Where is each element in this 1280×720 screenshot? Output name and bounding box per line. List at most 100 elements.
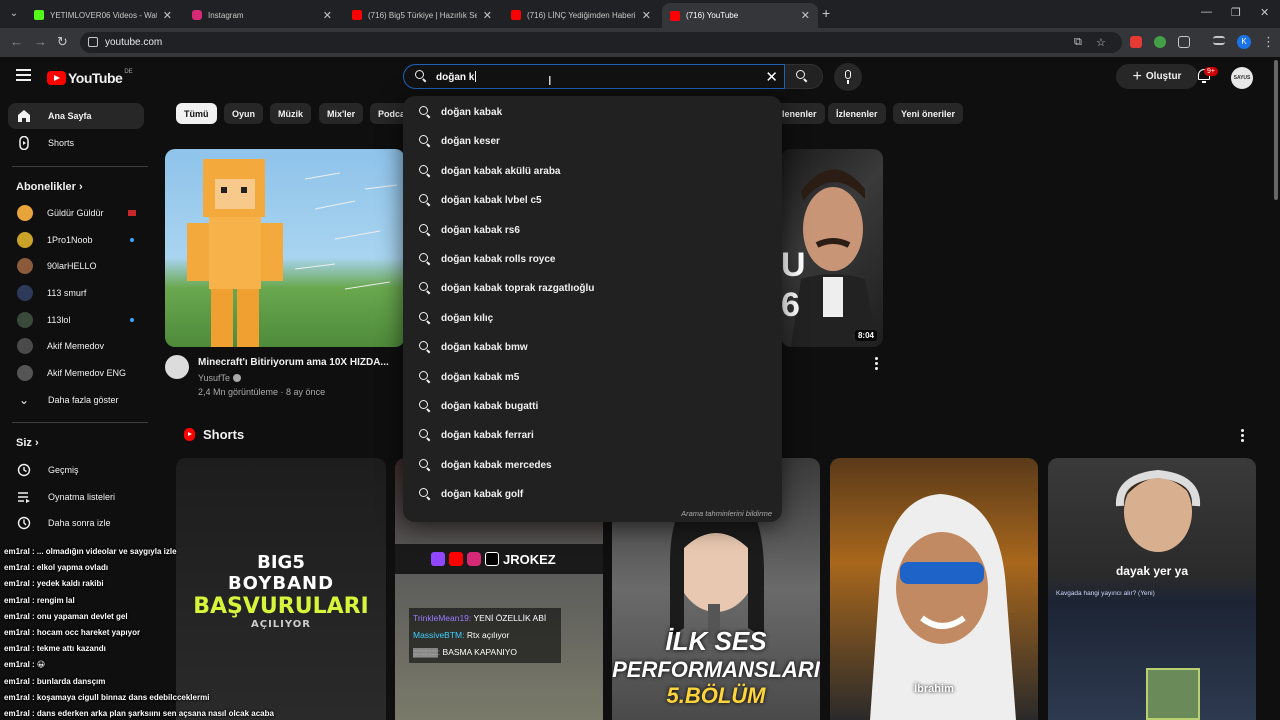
sidebar-item-label: Akif Memedov ENG bbox=[47, 368, 127, 378]
maximize-icon[interactable]: ❐ bbox=[1231, 6, 1241, 19]
bookmark-star-icon[interactable]: ☆ bbox=[1096, 36, 1106, 49]
search-icon bbox=[419, 165, 431, 177]
browser-tab[interactable]: (716) Big5 Türkiye | Hazırlık Se ✕ bbox=[344, 4, 500, 26]
channel-avatar[interactable] bbox=[165, 355, 189, 379]
short-thumbnail[interactable]: dayak yer ya Kavgada hangi yayıncı alır?… bbox=[1048, 458, 1256, 720]
search-suggestion[interactable]: doğan kabak m5 bbox=[403, 363, 782, 391]
sidebar-item-subscription[interactable]: 1Pro1Noob bbox=[8, 227, 144, 253]
browser-menu-icon[interactable]: ⋮ bbox=[1262, 34, 1275, 50]
report-predictions-link[interactable]: Arama tahminlerini bildirme bbox=[681, 509, 772, 518]
short-subtitle: Kavgada hangi yayıncı alır? (Yeni) bbox=[1056, 590, 1155, 597]
search-suggestion[interactable]: doğan kabak ferrari bbox=[403, 421, 782, 449]
new-tab-button[interactable]: + bbox=[822, 5, 830, 21]
search-suggestion[interactable]: doğan kılıç bbox=[403, 304, 782, 332]
sidebar-item-subscription[interactable]: 113 smurf bbox=[8, 280, 144, 306]
search-input[interactable]: doğan k ✕ bbox=[403, 64, 785, 89]
voice-search-button[interactable] bbox=[834, 63, 862, 91]
back-icon[interactable]: ← bbox=[10, 34, 23, 49]
chip[interactable]: İzlenenler bbox=[828, 103, 886, 124]
search-suggestion[interactable]: doğan kabak golf bbox=[403, 480, 782, 508]
more-options-icon[interactable] bbox=[875, 357, 879, 371]
shorts-title: Shorts bbox=[203, 427, 245, 442]
tab-title: (716) LİNÇ Yediğimden Haberim bbox=[527, 10, 636, 20]
create-button[interactable]: + Oluştur bbox=[1116, 64, 1198, 89]
scrollbar-thumb[interactable] bbox=[1274, 60, 1278, 200]
short-thumbnail[interactable]: İbrahim bbox=[830, 458, 1038, 720]
cast-icon[interactable]: ⧉ bbox=[1074, 36, 1082, 49]
window-close-icon[interactable]: ✕ bbox=[1260, 6, 1269, 19]
search-suggestion[interactable]: doğan kabak rs6 bbox=[403, 216, 782, 244]
short-title-graphic: İLK SES PERFORMANSLARI 5.BÖLÜM bbox=[612, 626, 820, 709]
site-info-icon[interactable] bbox=[88, 37, 98, 47]
sidebar-item-label: 90larHELLO bbox=[47, 261, 97, 271]
plus-icon: + bbox=[1132, 67, 1142, 85]
menu-icon[interactable] bbox=[16, 69, 31, 81]
sidebar-item-subscription[interactable]: Akif Memedov bbox=[8, 333, 144, 359]
sidebar-item-shorts[interactable]: Shorts bbox=[8, 130, 144, 156]
search-suggestion[interactable]: doğan kabak bugatti bbox=[403, 392, 782, 420]
account-avatar[interactable]: SAYUS bbox=[1231, 67, 1253, 89]
search-suggestion[interactable]: doğan keser bbox=[403, 127, 782, 155]
browser-profile-avatar[interactable]: K bbox=[1237, 35, 1251, 49]
tab-close-icon[interactable]: ✕ bbox=[642, 9, 651, 22]
search-suggestion[interactable]: doğan kabak lvbel c5 bbox=[403, 186, 782, 214]
forward-icon[interactable]: → bbox=[34, 34, 47, 49]
reload-icon[interactable]: ↻ bbox=[57, 34, 68, 50]
browser-tab-bar: ⌄ YETIMLOVER06 Videos - Watch ✕ Instagra… bbox=[0, 0, 1280, 28]
browser-tab[interactable]: Instagram ✕ bbox=[184, 4, 340, 26]
search-button[interactable] bbox=[785, 64, 823, 89]
extension-icon[interactable] bbox=[1154, 36, 1166, 48]
subscriptions-heading[interactable]: Abonelikler › bbox=[16, 181, 83, 193]
browser-tab[interactable]: YETIMLOVER06 Videos - Watch ✕ bbox=[26, 4, 180, 26]
search-icon bbox=[419, 194, 431, 206]
video-thumbnail[interactable] bbox=[165, 149, 405, 347]
tab-close-icon[interactable]: ✕ bbox=[483, 9, 492, 22]
chat-line: em1ral : elkol yapma ovladı bbox=[4, 563, 109, 573]
chip[interactable]: Müzik bbox=[270, 103, 312, 124]
youtube-logo[interactable]: YouTube DE bbox=[47, 69, 133, 86]
search-suggestion[interactable]: doğan kabak rolls royce bbox=[403, 245, 782, 273]
browser-tab[interactable]: (716) LİNÇ Yediğimden Haberim ✕ bbox=[503, 4, 659, 26]
sidebar-item-subscription[interactable]: 90larHELLO bbox=[8, 253, 144, 279]
twitch-icon bbox=[431, 552, 445, 566]
search-suggestion[interactable]: doğan kabak bmw bbox=[403, 333, 782, 361]
show-more-button[interactable]: ⌄ Daha fazla göster bbox=[8, 387, 144, 413]
sidebar-item-subscription[interactable]: 113lol bbox=[8, 307, 144, 333]
clear-search-icon[interactable]: ✕ bbox=[765, 68, 778, 86]
sidebar-item-watch-later[interactable]: Daha sonra izle bbox=[8, 510, 144, 536]
chip[interactable]: Oyun bbox=[224, 103, 264, 124]
sidebar-item-subscription[interactable]: Akif Memedov ENG bbox=[8, 360, 144, 386]
chat-message: Rtx açılıyor bbox=[466, 630, 510, 640]
video-title[interactable]: Minecraft'ı Bitiriyorum ama 10X HIZDA... bbox=[198, 357, 389, 368]
search-icon bbox=[796, 70, 808, 82]
search-suggestion[interactable]: doğan kabak mercedes bbox=[403, 451, 782, 479]
minimize-icon[interactable]: — bbox=[1201, 6, 1212, 18]
search-suggestion[interactable]: doğan kabak akülü araba bbox=[403, 157, 782, 185]
search-icon bbox=[419, 488, 431, 500]
sidebar-item-history[interactable]: Geçmiş bbox=[8, 457, 144, 483]
channel-name[interactable]: YusufTe bbox=[198, 373, 241, 383]
sidebar-item-playlists[interactable]: Oynatma listeleri bbox=[8, 484, 144, 510]
address-bar[interactable]: youtube.com ⧉ ☆ bbox=[80, 32, 1122, 53]
search-suggestion[interactable]: doğan kabak toprak razgatlıoğlu bbox=[403, 274, 782, 302]
more-options-icon[interactable] bbox=[1241, 429, 1245, 443]
youtube-favicon-icon bbox=[670, 10, 680, 21]
browser-tab-active[interactable]: (716) YouTube ✕ bbox=[662, 3, 818, 28]
chip[interactable]: Mix'ler bbox=[319, 103, 364, 124]
extensions-puzzle-icon[interactable] bbox=[1178, 36, 1190, 48]
tab-close-icon[interactable]: ✕ bbox=[801, 9, 810, 22]
search-suggestion[interactable]: doğan kabak bbox=[403, 98, 782, 126]
sidebar-item-label: Oynatma listeleri bbox=[48, 492, 116, 502]
chip[interactable]: Yeni öneriler bbox=[893, 103, 964, 124]
chip-all[interactable]: Tümü bbox=[176, 103, 217, 124]
tab-close-icon[interactable]: ✕ bbox=[323, 9, 332, 22]
extension-icon[interactable] bbox=[1130, 36, 1142, 48]
you-heading[interactable]: Siz › bbox=[16, 437, 39, 449]
video-thumbnail[interactable]: U 6 8:04 bbox=[781, 149, 883, 347]
search-icon bbox=[419, 429, 431, 441]
tab-search-icon[interactable] bbox=[1213, 36, 1225, 45]
sidebar-item-subscription[interactable]: Güldür Güldür bbox=[8, 200, 144, 226]
sidebar-item-home[interactable]: Ana Sayfa bbox=[8, 103, 144, 129]
tab-search-icon[interactable]: ⌄ bbox=[6, 6, 22, 22]
tab-close-icon[interactable]: ✕ bbox=[163, 9, 172, 22]
